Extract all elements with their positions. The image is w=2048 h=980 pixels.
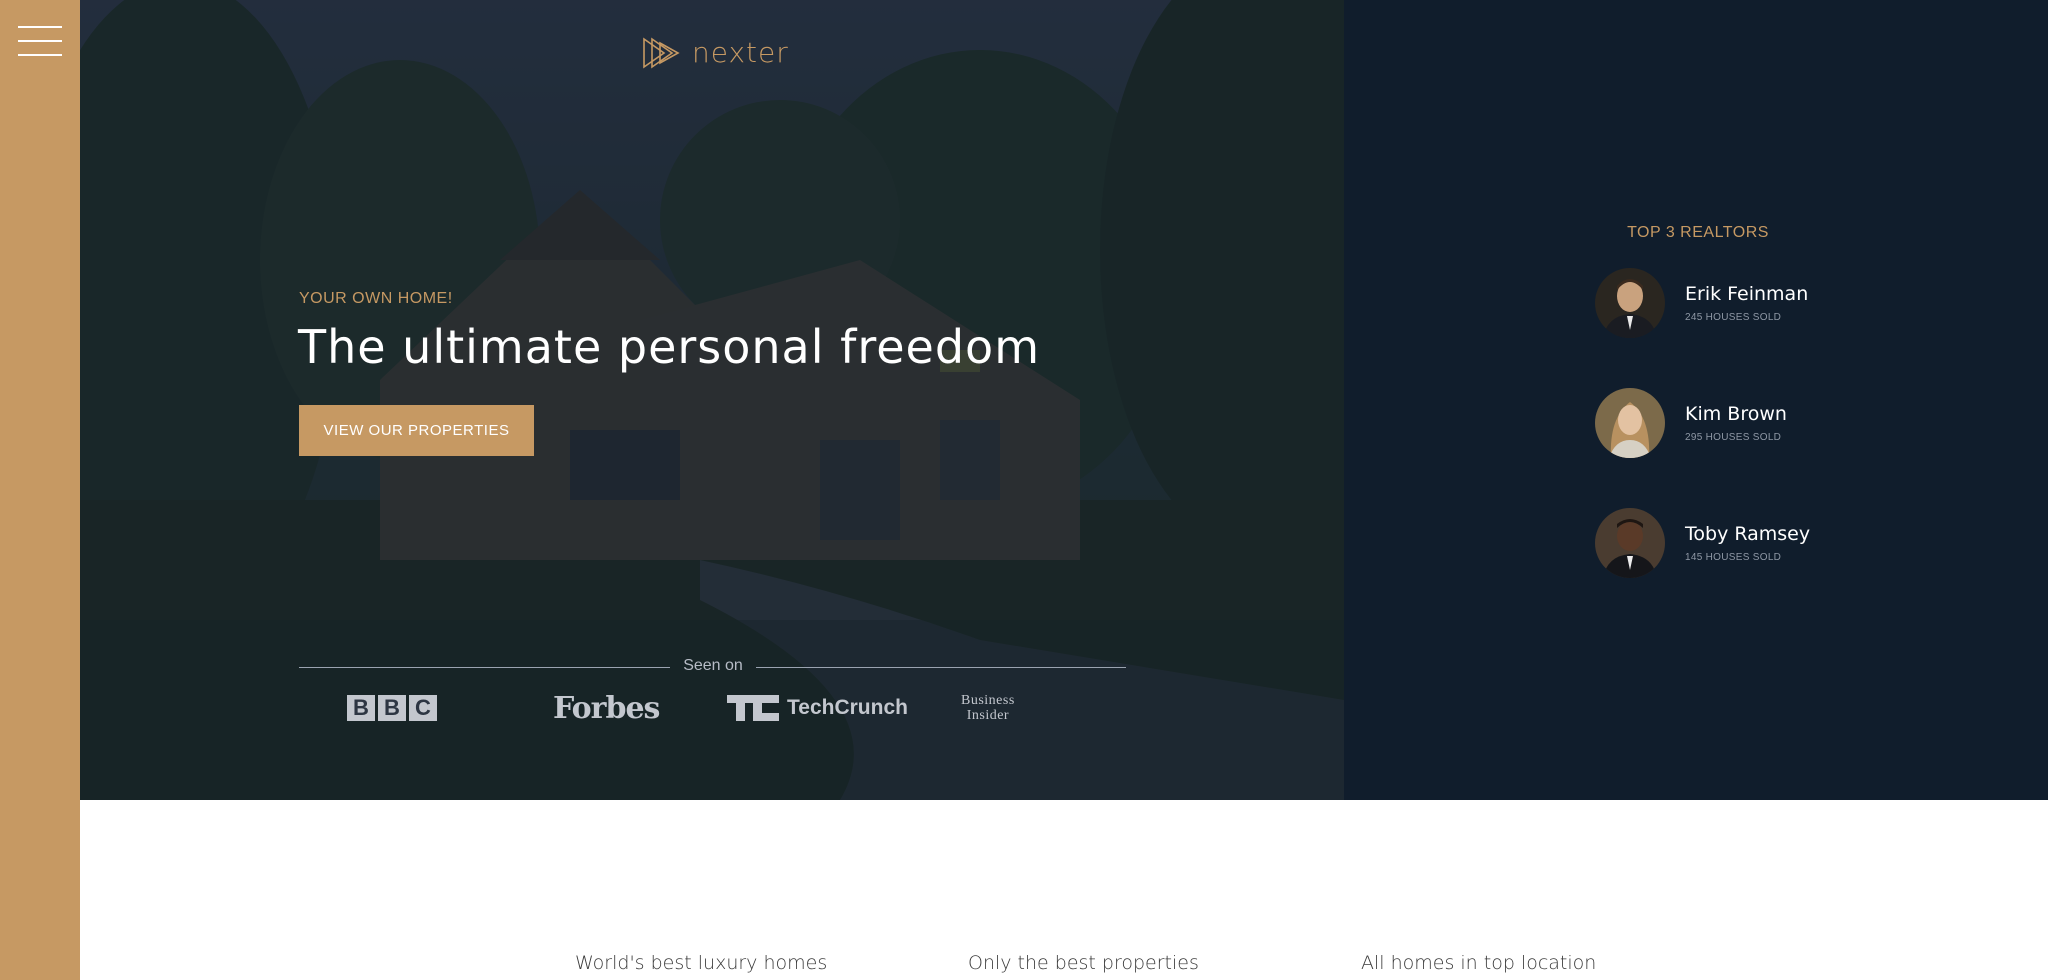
press-logos: B B C Forbes TechCrunch Business Insider xyxy=(299,688,1126,728)
avatar xyxy=(1595,388,1665,458)
business-insider-logo: Business Insider xyxy=(961,688,1015,728)
play-triangle-logo-icon xyxy=(643,36,680,69)
seen-on-divider: Seen on xyxy=(299,657,1126,677)
realtor-card[interactable]: Kim Brown 295 HOUSES SOLD xyxy=(1595,388,1895,460)
hero-subtitle: YOUR OWN HOME! xyxy=(299,290,453,307)
forbes-logo: Forbes xyxy=(553,690,660,726)
business-insider-line: Business xyxy=(961,693,1015,708)
bbc-letter: B xyxy=(347,695,375,721)
hamburger-menu-icon[interactable] xyxy=(18,26,62,58)
logo-text: nexter xyxy=(692,36,789,69)
feature-title: Only the best properties xyxy=(968,952,1199,974)
view-properties-button[interactable]: VIEW OUR PROPERTIES xyxy=(299,405,534,456)
bbc-logo: B B C xyxy=(347,688,437,728)
avatar xyxy=(1595,508,1665,578)
realtor-houses-sold: 145 HOUSES SOLD xyxy=(1685,552,1782,563)
realtor-card[interactable]: Toby Ramsey 145 HOUSES SOLD xyxy=(1595,508,1895,580)
realtors-panel: TOP 3 REALTORS Erik Feinman 245 HOUSES S… xyxy=(1344,0,2048,800)
logo[interactable]: nexter xyxy=(642,36,789,69)
avatar xyxy=(1595,268,1665,338)
realtors-title: TOP 3 REALTORS xyxy=(1627,224,1769,241)
techcrunch-mark-icon xyxy=(727,695,779,721)
sidebar xyxy=(0,0,80,980)
realtor-houses-sold: 295 HOUSES SOLD xyxy=(1685,432,1782,443)
bbc-letter: C xyxy=(409,695,437,721)
realtor-houses-sold: 245 HOUSES SOLD xyxy=(1685,312,1782,323)
hero-section: nexter YOUR OWN HOME! The ultimate perso… xyxy=(80,0,1344,800)
realtor-name: Erik Feinman xyxy=(1685,283,1809,305)
realtor-name: Toby Ramsey xyxy=(1685,523,1811,545)
features-section: World's best luxury homes Only the best … xyxy=(80,800,2048,980)
techcrunch-text: TechCrunch xyxy=(787,696,908,719)
seen-on-label: Seen on xyxy=(683,657,743,674)
feature-title: World's best luxury homes xyxy=(575,952,828,974)
techcrunch-logo: TechCrunch xyxy=(727,688,908,728)
realtor-name: Kim Brown xyxy=(1685,403,1787,425)
seen-on-line-left xyxy=(299,667,670,668)
bbc-letter: B xyxy=(378,695,406,721)
hero-overlay xyxy=(80,0,1344,800)
hero-title: The ultimate personal freedom xyxy=(298,320,1040,374)
business-insider-line: Insider xyxy=(966,708,1010,723)
feature-title: All homes in top location xyxy=(1361,952,1597,974)
seen-on-line-right xyxy=(756,667,1126,668)
realtor-card[interactable]: Erik Feinman 245 HOUSES SOLD xyxy=(1595,268,1895,340)
